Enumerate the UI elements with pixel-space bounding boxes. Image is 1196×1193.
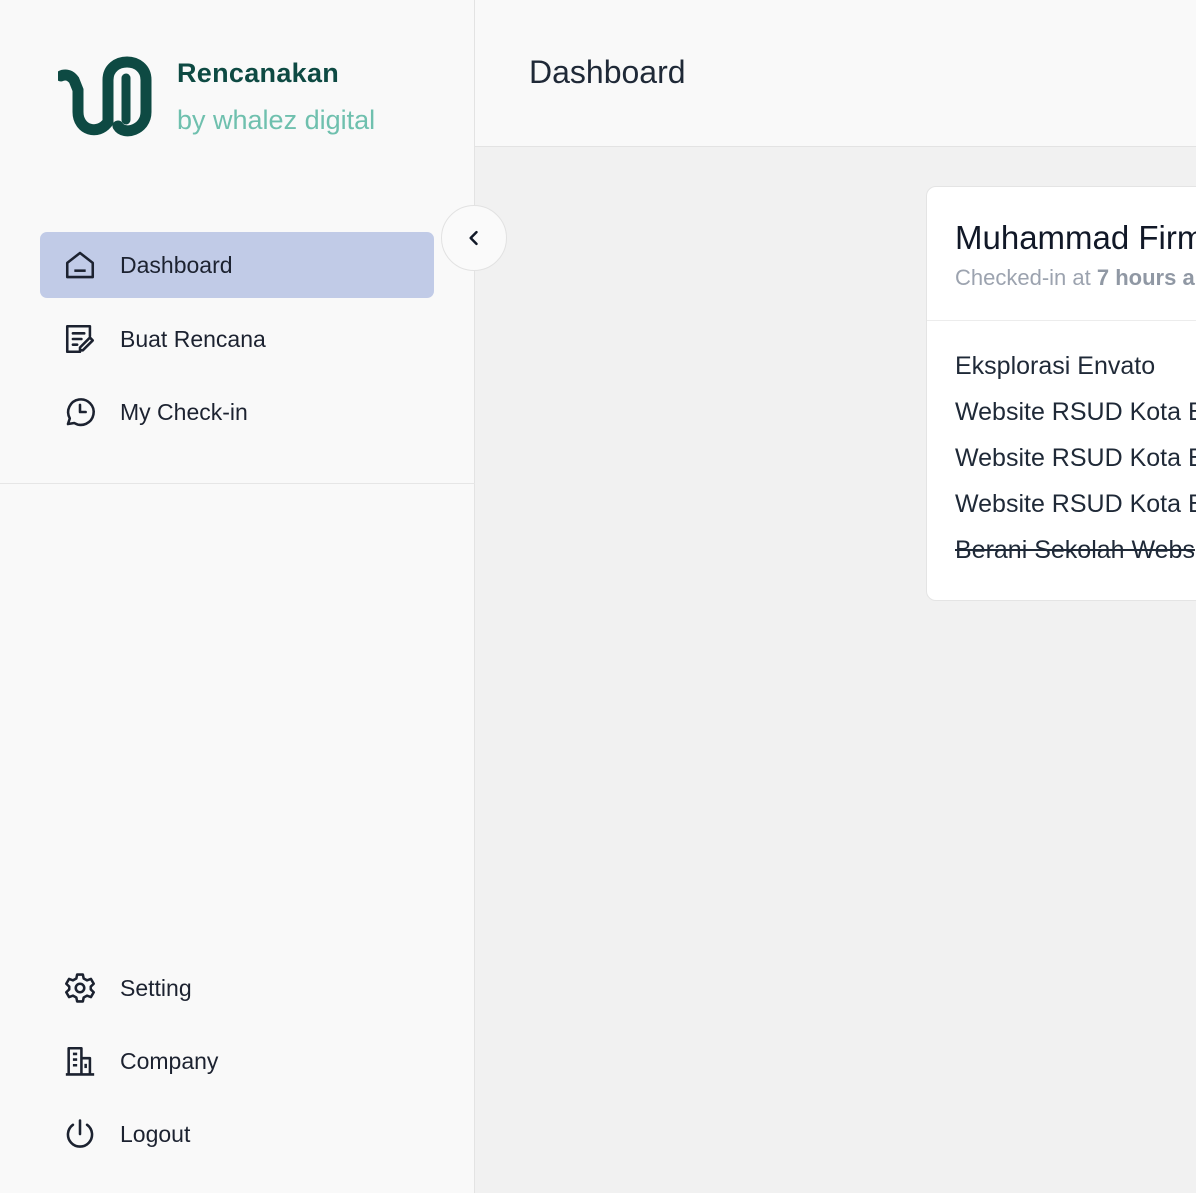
checkin-time: Checked-in at 7 hours a xyxy=(955,265,1195,291)
sidebar-item-label: Setting xyxy=(120,974,192,1001)
sidebar-divider xyxy=(0,483,475,484)
sidebar-item-label: Company xyxy=(120,1047,219,1074)
sidebar-item-my-check-in[interactable]: My Check-in xyxy=(40,379,434,445)
logo-mark-icon xyxy=(58,56,152,137)
plan-item: Eksplorasi Envato xyxy=(955,352,1156,380)
checkin-card-header: Muhammad Firm Checked-in at 7 hours a xyxy=(927,187,1196,321)
user-name: Muhammad Firm xyxy=(955,219,1196,256)
sidebar-item-label: Logout xyxy=(120,1120,191,1147)
app-root: Rencanakan by whalez digital Dashboard B… xyxy=(0,0,1196,1193)
clock-icon xyxy=(62,394,98,430)
sidebar-item-label: Dashboard xyxy=(120,251,233,278)
checkin-card[interactable]: Muhammad Firm Checked-in at 7 hours a Ek… xyxy=(926,186,1196,601)
edit-note-icon xyxy=(62,321,98,357)
home-icon xyxy=(62,247,98,283)
plan-item: Website RSUD Kota B xyxy=(955,444,1196,472)
sidebar-item-dashboard[interactable]: Dashboard xyxy=(40,232,434,298)
brand-subtitle: by whalez digital xyxy=(177,105,376,135)
sidebar-item-label: My Check-in xyxy=(120,398,248,425)
sidebar-item-logout[interactable]: Logout xyxy=(40,1101,434,1167)
plan-item: Website RSUD Kota B xyxy=(955,490,1196,518)
sidebar-item-setting[interactable]: Setting xyxy=(40,955,434,1021)
sidebar-collapse-button[interactable] xyxy=(441,205,507,271)
sidebar-item-label: Buat Rencana xyxy=(120,325,266,352)
brand-name: Rencanakan xyxy=(177,58,340,88)
chevron-left-icon xyxy=(469,230,478,246)
sidebar-item-company[interactable]: Company xyxy=(40,1028,434,1094)
plan-item-completed: Berani Sekolah Webs xyxy=(955,536,1195,564)
checkin-time-prefix: Checked-in at xyxy=(955,265,1091,290)
power-icon xyxy=(62,1116,98,1152)
gear-icon xyxy=(62,970,98,1006)
brand-logo[interactable]: Rencanakan by whalez digital xyxy=(58,50,458,145)
sidebar: Rencanakan by whalez digital Dashboard B… xyxy=(0,0,475,1193)
sidebar-item-buat-rencana[interactable]: Buat Rencana xyxy=(40,306,434,372)
checkin-time-value: 7 hours a xyxy=(1096,265,1195,290)
building-icon xyxy=(62,1043,98,1079)
page-title: Dashboard xyxy=(529,54,686,90)
top-header: Dashboard xyxy=(475,0,1196,147)
plan-item: Website RSUD Kota B xyxy=(955,398,1196,426)
